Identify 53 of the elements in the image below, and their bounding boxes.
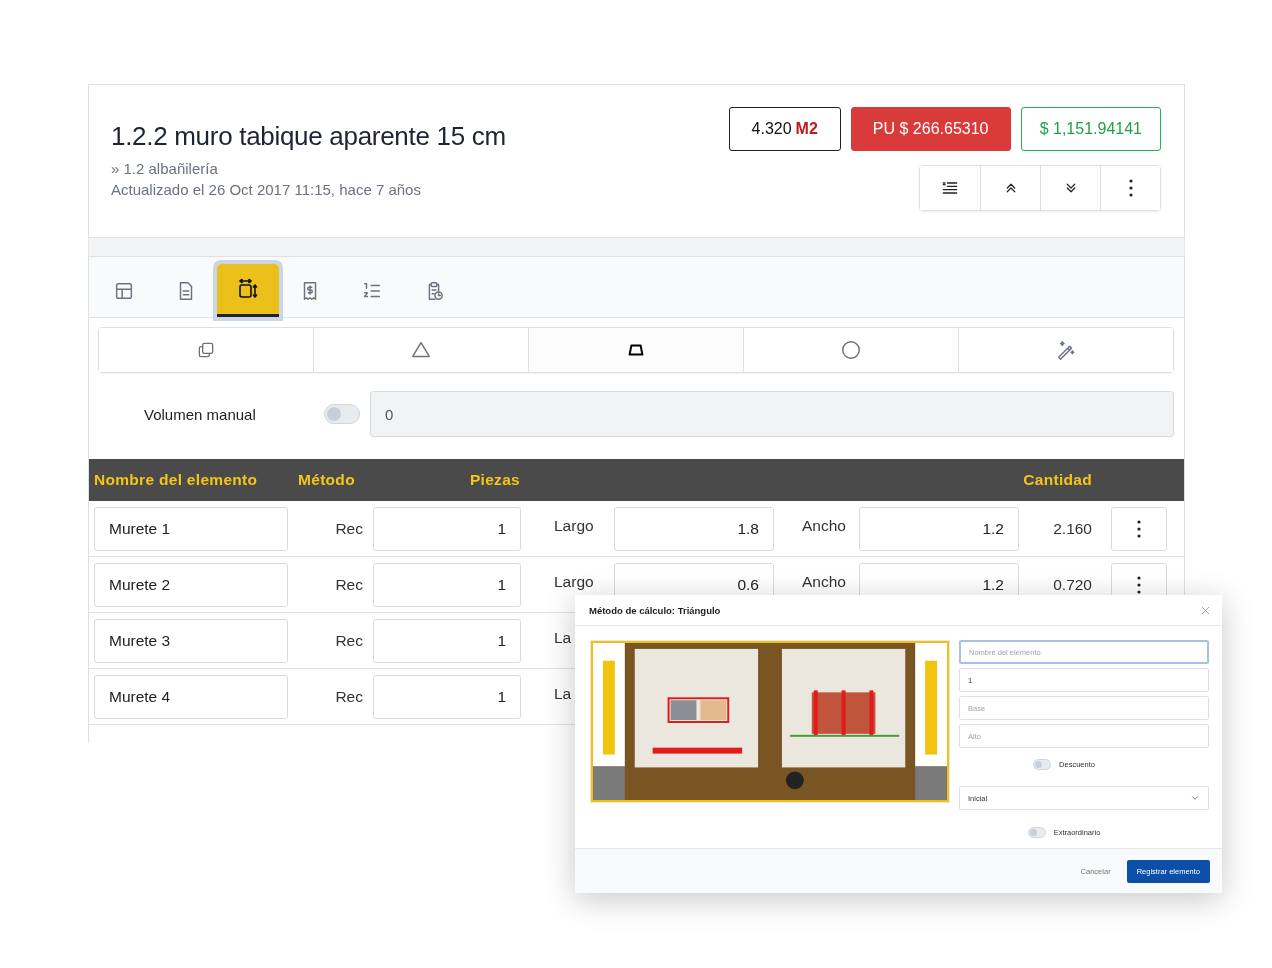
shape-button[interactable] — [313, 328, 528, 372]
length-label: La — [553, 628, 573, 647]
shape-button[interactable] — [958, 328, 1173, 372]
length-label: La — [553, 684, 573, 703]
pieces-field[interactable]: 1 — [373, 674, 521, 719]
item-title: 1.2.2 muro tabique aparente 15 cm — [111, 121, 506, 152]
manual-volume-label: Volumen manual — [143, 405, 257, 423]
dialog-title: Método de cálculo: Triángulo — [589, 604, 721, 616]
length-label: Largo — [553, 572, 595, 591]
length-label: Largo — [553, 516, 595, 535]
unit-price-badge: PU $ 266.65310 — [850, 107, 1011, 151]
more-icon — [1137, 575, 1141, 594]
name-field[interactable]: Murete 2 — [94, 562, 288, 607]
name-field[interactable]: Murete 3 — [94, 618, 288, 663]
manual-volume-toggle[interactable] — [324, 404, 360, 424]
total-badge: $ 1,151.94141 — [1020, 107, 1161, 151]
method-text: Rec — [334, 631, 364, 650]
pieces-field[interactable]: 1 — [373, 562, 521, 607]
width-field[interactable]: 1.2 — [859, 506, 1019, 551]
shape-button[interactable] — [528, 328, 743, 372]
quantity-badge: 4.320 M2 — [728, 107, 841, 151]
toggle-switch[interactable] — [1027, 826, 1046, 838]
method-text: Rec — [334, 575, 364, 594]
name-field[interactable]: Murete 4 — [94, 674, 288, 719]
toggle-switch[interactable] — [1033, 758, 1052, 770]
shape-button[interactable] — [99, 328, 313, 372]
width-label: Ancho — [801, 572, 847, 591]
action-button[interactable] — [920, 166, 980, 210]
shape-button[interactable] — [743, 328, 958, 372]
method-text: Rec — [334, 519, 364, 538]
method-text: Rec — [334, 687, 364, 706]
name-field[interactable]: Murete 1 — [94, 506, 288, 551]
circle-icon — [840, 339, 862, 361]
column-header: Piezas — [469, 471, 521, 489]
pieces-field[interactable]: 1 — [373, 506, 521, 551]
copy-icon — [196, 340, 216, 360]
chevron-down-icon — [1190, 793, 1200, 803]
more-icon — [1128, 179, 1133, 197]
breadcrumb: » 1.2 albañilería — [111, 160, 219, 177]
updated-text: Actualizado el 26 Oct 2017 11:15, hace 7 años — [111, 181, 422, 198]
row-menu-button[interactable] — [1111, 506, 1167, 551]
pieces-field[interactable]: 1 — [373, 618, 521, 663]
dimensions-icon — [236, 277, 260, 301]
quantity-text: 0.720 — [1052, 575, 1093, 594]
column-header: Cantidad — [1023, 471, 1093, 489]
column-header: Método — [297, 471, 356, 489]
column-header: Nombre del elemento — [94, 471, 259, 489]
more-icon — [1137, 519, 1141, 538]
width-label: Ancho — [801, 516, 847, 535]
volume-field[interactable]: 0 — [370, 391, 1174, 437]
length-field[interactable]: 1.8 — [614, 506, 774, 551]
magic-wand-icon — [1055, 339, 1077, 361]
quantity-text: 2.160 — [1052, 519, 1093, 538]
